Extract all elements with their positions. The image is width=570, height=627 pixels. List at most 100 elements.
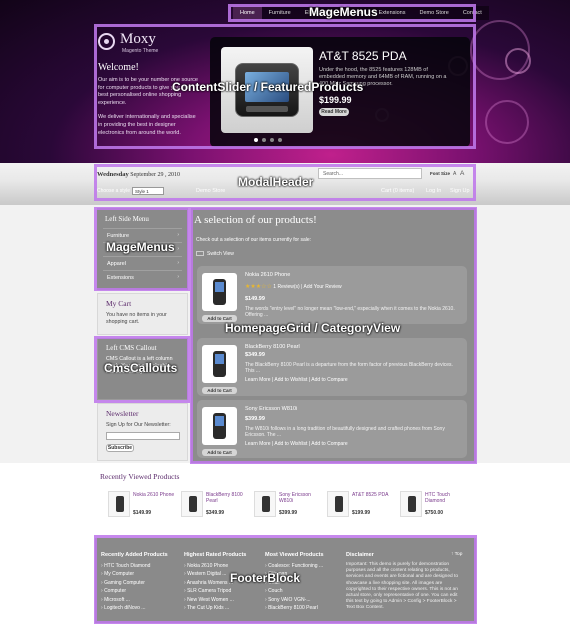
signup-link[interactable]: Sign Up bbox=[450, 188, 470, 194]
recent-item[interactable]: HTC Touch Diamond $750.00 bbox=[400, 491, 472, 519]
recent-item[interactable]: Nokia 2610 Phone $149.99 bbox=[108, 491, 180, 519]
product-name[interactable]: Sony Ericsson W810i bbox=[245, 406, 297, 412]
phone-keyboard bbox=[246, 106, 288, 112]
overlay-label-magemenus-top: MageMenus bbox=[309, 5, 378, 19]
grid-view-icon bbox=[196, 251, 204, 257]
phone-thumbnail bbox=[213, 413, 226, 439]
chevron-right-icon: › bbox=[177, 246, 179, 252]
cart-link[interactable]: Cart (0 items) bbox=[381, 188, 414, 194]
recent-item[interactable]: AT&T 8525 PDA $199.99 bbox=[327, 491, 399, 519]
recent-item-image bbox=[108, 491, 130, 517]
newsletter-email-input[interactable] bbox=[106, 431, 180, 440]
theme-select[interactable]: Style 1 bbox=[132, 187, 164, 195]
review-count-link[interactable]: 1 Review(s) bbox=[273, 284, 299, 290]
back-to-top-link[interactable]: ↑ Top bbox=[451, 552, 462, 557]
footer-link[interactable]: Sony VAIO VGN-... bbox=[265, 596, 324, 604]
subscribe-button[interactable]: Subscribe bbox=[106, 443, 134, 452]
disclaimer-title: Disclaimer bbox=[346, 552, 374, 558]
recent-item-image bbox=[327, 491, 349, 517]
back-to-top-label: Top bbox=[454, 552, 463, 557]
recent-item-name[interactable]: BlackBerry 8100 Pearl bbox=[206, 492, 250, 504]
logo-circle-icon bbox=[98, 33, 115, 50]
recent-item[interactable]: Sony Ericsson W810i $399.99 bbox=[254, 491, 326, 519]
footer-link[interactable]: New West Women ... bbox=[184, 596, 246, 604]
add-to-cart-button[interactable]: Add to Cart bbox=[202, 387, 237, 394]
slider-dot[interactable] bbox=[262, 138, 266, 142]
slider-dot[interactable] bbox=[270, 138, 274, 142]
product-image[interactable] bbox=[202, 345, 237, 383]
phone-thumbnail bbox=[213, 279, 226, 305]
demo-store-link[interactable]: Demo Store bbox=[196, 188, 225, 194]
featured-price: $199.99 bbox=[319, 95, 352, 105]
my-cart-box: My Cart You have no items in your shoppi… bbox=[97, 293, 188, 335]
footer-link[interactable]: SLR Camera Tripod bbox=[184, 587, 246, 595]
footer-column-recently-added: Recently Added Products HTC Touch Diamon… bbox=[101, 552, 168, 612]
product-action-links[interactable]: Learn More | Add to Wishlist | Add to Co… bbox=[245, 441, 348, 447]
footer-link[interactable]: Couch bbox=[265, 587, 324, 595]
add-to-cart-button[interactable]: Add to Cart bbox=[202, 449, 237, 456]
recent-item-price: $149.99 bbox=[133, 510, 152, 516]
footer-link[interactable]: Nokia 2610 Phone bbox=[184, 562, 246, 570]
recently-viewed-section: Recently Viewed Products Nokia 2610 Phon… bbox=[0, 463, 570, 538]
product-action-links[interactable]: Learn More | Add to Wishlist | Add to Co… bbox=[245, 377, 348, 383]
font-large-button[interactable]: A bbox=[460, 170, 464, 177]
product-card: Add to Cart Sony Ericsson W810i $399.99 … bbox=[197, 400, 467, 458]
featured-title[interactable]: AT&T 8525 PDA bbox=[319, 49, 407, 63]
switch-view-toggle[interactable]: Switch View bbox=[196, 251, 234, 257]
recent-item-name[interactable]: AT&T 8525 PDA bbox=[352, 492, 396, 498]
decor-circle bbox=[505, 48, 531, 74]
nav-item-contact[interactable]: Contact bbox=[456, 6, 489, 20]
logo-name: Moxy bbox=[120, 31, 156, 47]
footer-column-title: Recently Added Products bbox=[101, 552, 168, 558]
newsletter-box: Newsletter Sign Up for Our Newsletter: S… bbox=[97, 403, 188, 461]
recent-item-name[interactable]: Sony Ericsson W810i bbox=[279, 492, 323, 504]
search-input[interactable]: Search... bbox=[318, 168, 422, 179]
switch-view-label: Switch View bbox=[207, 251, 234, 257]
disclaimer-text: Important: This demo is purely for demon… bbox=[346, 562, 458, 611]
side-menu-label: Furniture bbox=[107, 233, 130, 239]
footer-link[interactable]: Microsoft ... bbox=[101, 596, 168, 604]
chevron-right-icon: › bbox=[177, 232, 179, 238]
product-description: The BlackBerry 8100 Pearl is a departure… bbox=[245, 362, 453, 375]
slider-dot[interactable] bbox=[254, 138, 258, 142]
footer-link[interactable]: Computer bbox=[101, 587, 168, 595]
footer-link[interactable]: Gaming Computer bbox=[101, 579, 168, 587]
logo-tagline: Magento Theme bbox=[122, 48, 159, 54]
slider-dot[interactable] bbox=[278, 138, 282, 142]
phone-thumbnail bbox=[213, 351, 226, 377]
product-description: The W810i follows in a long tradition of… bbox=[245, 426, 445, 439]
nav-item-home[interactable]: Home bbox=[233, 6, 262, 20]
read-more-button[interactable]: Read More bbox=[319, 108, 349, 116]
chevron-right-icon: › bbox=[177, 274, 179, 280]
date-day: Wednesday bbox=[97, 171, 129, 178]
footer-link[interactable]: BlackBerry 8100 Pearl bbox=[265, 604, 324, 612]
theme-label: Choose a style bbox=[97, 188, 131, 194]
footer-link[interactable]: The Cut Up Kids ... bbox=[184, 604, 246, 612]
font-small-button[interactable]: A bbox=[453, 171, 456, 177]
recent-item-name[interactable]: Nokia 2610 Phone bbox=[133, 492, 177, 498]
product-name[interactable]: BlackBerry 8100 Pearl bbox=[245, 344, 300, 350]
overlay-label-magemenus-side: MageMenus bbox=[106, 240, 175, 254]
footer-link[interactable]: Coalesce: Functioning ... bbox=[265, 562, 324, 570]
side-menu-item-apparel[interactable]: Apparel › bbox=[103, 256, 182, 270]
nav-item-furniture[interactable]: Furniture bbox=[262, 6, 298, 20]
overlay-label-homepage-grid: HomepageGrid / CategoryView bbox=[225, 321, 401, 335]
footer-column-title: Most Viewed Products bbox=[265, 552, 324, 558]
nav-item-demo-store[interactable]: Demo Store bbox=[412, 6, 455, 20]
recent-item[interactable]: BlackBerry 8100 Pearl $349.99 bbox=[181, 491, 253, 519]
overlay-label-footer-block: FooterBlock bbox=[230, 571, 301, 585]
welcome-title: Welcome! bbox=[98, 62, 139, 73]
product-image[interactable] bbox=[202, 273, 237, 311]
footer-link[interactable]: Logitech diNovo ... bbox=[101, 604, 168, 612]
side-menu-item-extensions[interactable]: Extensions › bbox=[103, 270, 182, 284]
product-price: $399.99 bbox=[245, 416, 265, 422]
recent-item-name[interactable]: HTC Touch Diamond bbox=[425, 492, 469, 504]
product-name[interactable]: Nokia 2610 Phone bbox=[245, 272, 290, 278]
login-link[interactable]: Log In bbox=[426, 188, 441, 194]
recent-item-price: $349.99 bbox=[206, 510, 225, 516]
footer-link[interactable]: HTC Touch Diamond bbox=[101, 562, 168, 570]
page: Home Furniture Electronics Apparel Exten… bbox=[0, 0, 570, 627]
product-image[interactable] bbox=[202, 407, 237, 445]
footer-link[interactable]: My Computer bbox=[101, 570, 168, 578]
add-review-link[interactable]: Add Your Review bbox=[304, 284, 342, 290]
